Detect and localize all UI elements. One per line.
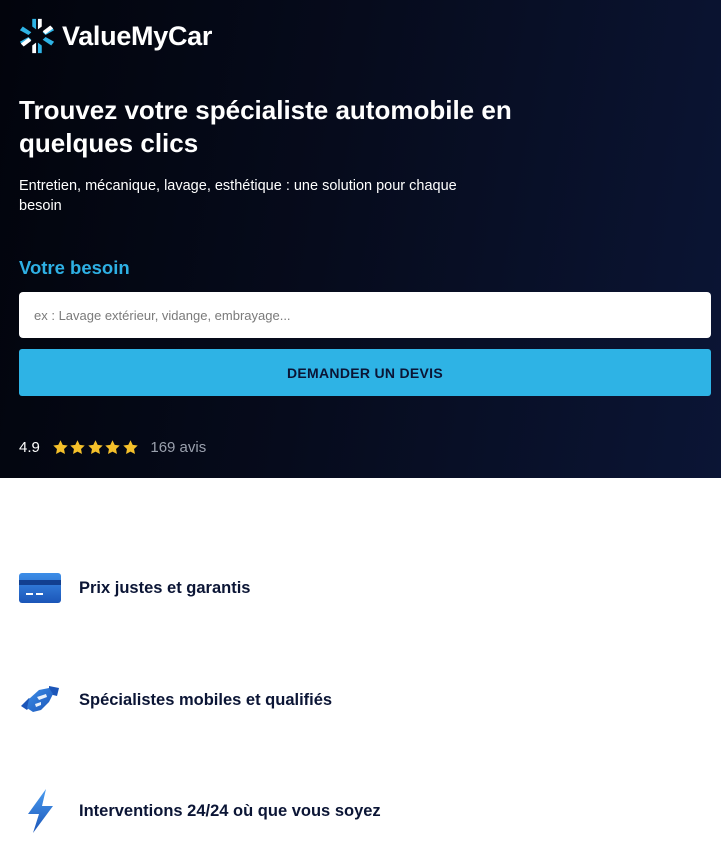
hero-subtitle: Entretien, mécanique, lavage, esthétique… — [19, 178, 457, 214]
rating-stars — [52, 439, 140, 456]
rating-score: 4.9 — [19, 438, 40, 456]
hero-section: ValueMyCar Trouvez votre spécialiste aut… — [0, 0, 721, 478]
rating-summary: 4.9 169 avis — [19, 436, 206, 458]
review-count-link[interactable]: 169 avis — [150, 439, 206, 456]
need-label: Votre besoin — [19, 257, 130, 278]
star-icon — [123, 439, 138, 454]
star-icon — [53, 439, 68, 454]
feature-item-fair-prices: Prix justes et garantis — [19, 566, 251, 610]
need-search-input[interactable] — [19, 292, 711, 338]
lightning-icon — [19, 789, 61, 833]
feature-item-qualified-specialists: Spécialistes mobiles et qualifiés — [19, 678, 332, 722]
logo-icon — [19, 18, 55, 54]
handshake-icon — [19, 679, 61, 721]
feature-label: Prix justes et garantis — [79, 578, 251, 597]
request-quote-button[interactable]: DEMANDER UN DEVIS — [19, 349, 711, 396]
star-icon — [88, 439, 103, 454]
star-icon — [70, 439, 86, 454]
star-icon — [105, 439, 121, 454]
brand-name: ValueMyCar — [62, 20, 213, 51]
feature-label: Interventions 24/24 où que vous soyez — [79, 801, 381, 820]
brand-logo[interactable]: ValueMyCar — [18, 16, 212, 56]
feature-item-24-7-interventions: Interventions 24/24 où que vous soyez — [19, 789, 381, 833]
credit-card-icon — [19, 567, 61, 609]
hero-title: Trouvez votre spécialiste automobile en … — [19, 95, 512, 158]
feature-label: Spécialistes mobiles et qualifiés — [79, 690, 333, 709]
